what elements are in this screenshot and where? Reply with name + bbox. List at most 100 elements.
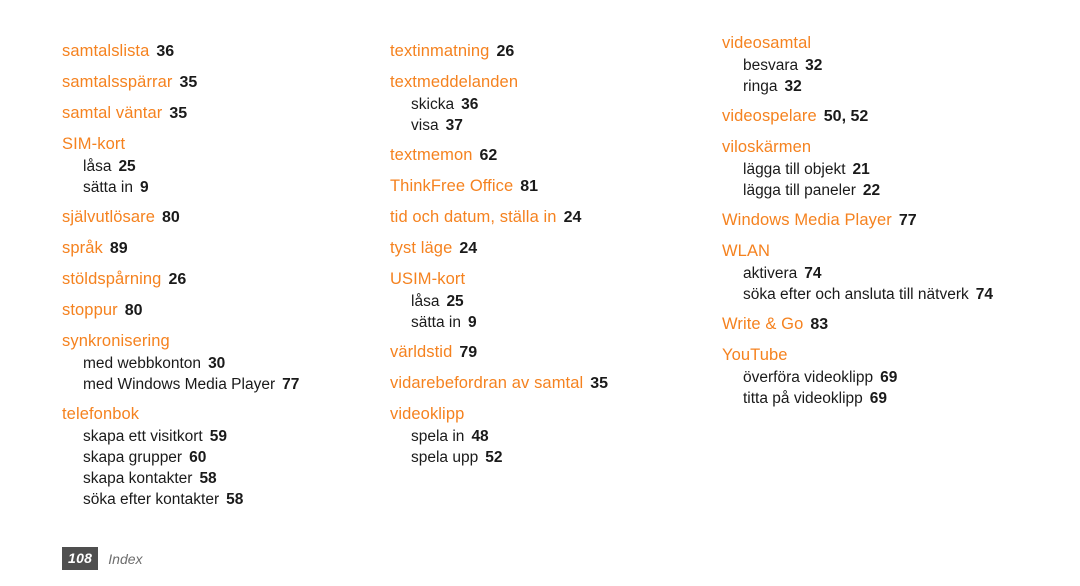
index-subentry-soka-efter-kontakter[interactable]: söka efter kontakter 58 [83, 489, 372, 510]
index-page-ref[interactable]: 30 [208, 355, 225, 372]
index-subentry-lagga-till-objekt[interactable]: lägga till objekt 21 [743, 159, 1042, 180]
index-subentry-skapa-ett-visitkort[interactable]: skapa ett visitkort 59 [83, 426, 372, 447]
index-page-ref[interactable]: 32 [805, 57, 822, 74]
index-subentry-overfora-videoklipp[interactable]: överföra videoklipp 69 [743, 367, 1042, 388]
index-page-ref[interactable]: 59 [210, 428, 227, 445]
index-page-ref[interactable]: 80 [162, 209, 180, 226]
index-page-ref[interactable]: 58 [226, 491, 243, 508]
footer-section-label: Index [108, 550, 143, 567]
index-subentry-skapa-kontakter[interactable]: skapa kontakter 58 [83, 468, 372, 489]
index-page-ref[interactable]: 37 [446, 117, 463, 134]
index-page-ref[interactable]: 77 [899, 212, 917, 229]
index-page-ref[interactable]: 22 [863, 182, 880, 199]
index-page-ref[interactable]: 26 [496, 43, 514, 60]
index-term[interactable]: tyst läge 24 [390, 237, 700, 260]
index-term[interactable]: stöldspårning 26 [62, 268, 372, 291]
index-term[interactable]: ThinkFree Office 81 [390, 175, 700, 198]
index-subentry-skapa-grupper[interactable]: skapa grupper 60 [83, 447, 372, 468]
index-subentry-list: överföra videoklipp 69 titta på videoklipp… [722, 367, 1042, 409]
index-page-ref[interactable]: 69 [880, 369, 897, 386]
index-term[interactable]: viloskärmen [722, 136, 1042, 158]
index-term[interactable]: textmemon 62 [390, 144, 700, 167]
index-term[interactable]: självutlösare 80 [62, 206, 372, 229]
index-term[interactable]: textinmatning 26 [390, 40, 700, 63]
index-term[interactable]: samtal väntar 35 [62, 102, 372, 125]
index-term[interactable]: YouTube [722, 344, 1042, 366]
index-term[interactable]: textmeddelanden [390, 71, 700, 93]
index-subentry-ringa[interactable]: ringa 32 [743, 76, 1042, 97]
index-page-ref[interactable]: 74 [976, 286, 993, 303]
index-page-ref[interactable]: 21 [853, 161, 870, 178]
index-term[interactable]: tid och datum, ställa in 24 [390, 206, 700, 229]
index-page-ref[interactable]: 25 [118, 158, 135, 175]
index-page-ref[interactable]: 60 [189, 449, 206, 466]
index-subentry-list: spela in 48 spela upp 52 [390, 426, 700, 468]
index-page-ref[interactable]: 62 [480, 147, 498, 164]
index-page-ref[interactable]: 48 [471, 428, 488, 445]
index-subentry-soka-efter-och-ansluta-till-natverk[interactable]: söka efter och ansluta till nätverk 74 [743, 284, 1042, 305]
index-page-ref[interactable]: 26 [168, 271, 186, 288]
index-page-ref[interactable]: 35 [590, 375, 608, 392]
index-entry-wlan: WLAN aktivera 74 söka efter och ansluta til… [722, 240, 1042, 305]
index-page: samtalslista 36 samtalsspärrar 35 samtal vän… [0, 0, 1080, 586]
index-subentry-med-webbkonton[interactable]: med webbkonton 30 [83, 353, 372, 374]
index-term[interactable]: världstid 79 [390, 341, 700, 364]
index-page-ref[interactable]: 79 [459, 344, 477, 361]
index-page-ref[interactable]: 52 [485, 449, 502, 466]
index-entry-samtalslista: samtalslista 36 [62, 40, 372, 63]
index-page-ref[interactable]: 89 [110, 240, 128, 257]
index-subentry-lasa[interactable]: låsa 25 [411, 291, 700, 312]
index-term[interactable]: samtalslista 36 [62, 40, 372, 63]
index-subentry-lasa[interactable]: låsa 25 [83, 156, 372, 177]
index-term[interactable]: SIM-kort [62, 133, 372, 155]
index-page-ref[interactable]: 24 [564, 209, 582, 226]
index-subentry-aktivera[interactable]: aktivera 74 [743, 263, 1042, 284]
index-subentry-titta-pa-videoklipp[interactable]: titta på videoklipp 69 [743, 388, 1042, 409]
index-subentry-spela-upp[interactable]: spela upp 52 [411, 447, 700, 468]
index-entry-youtube: YouTube överföra videoklipp 69 titta på vid… [722, 344, 1042, 409]
index-page-ref[interactable]: 24 [459, 240, 477, 257]
index-page-ref[interactable]: 36 [461, 96, 478, 113]
index-term[interactable]: WLAN [722, 240, 1042, 262]
index-term[interactable]: videospelare 50, 52 [722, 105, 1042, 128]
index-page-ref[interactable]: 25 [446, 293, 463, 310]
index-subentry-lagga-till-paneler[interactable]: lägga till paneler 22 [743, 180, 1042, 201]
index-term[interactable]: Write & Go 83 [722, 313, 1042, 336]
index-subentry-skicka[interactable]: skicka 36 [411, 94, 700, 115]
index-page-ref[interactable]: 36 [156, 43, 174, 60]
index-page-ref[interactable]: 81 [520, 178, 538, 195]
index-page-ref[interactable]: 32 [784, 78, 801, 95]
index-term[interactable]: samtalsspärrar 35 [62, 71, 372, 94]
index-subentry-visa[interactable]: visa 37 [411, 115, 700, 136]
index-subentry-spela-in[interactable]: spela in 48 [411, 426, 700, 447]
index-page-ref[interactable]: 69 [870, 390, 887, 407]
index-page-ref[interactable]: 77 [282, 376, 299, 393]
index-term[interactable]: synkronisering [62, 330, 372, 352]
index-subentry-med-windows-media-player[interactable]: med Windows Media Player 77 [83, 374, 372, 395]
index-subentry-satta-in[interactable]: sätta in 9 [83, 177, 372, 198]
index-term[interactable]: stoppur 80 [62, 299, 372, 322]
index-subentry-satta-in[interactable]: sätta in 9 [411, 312, 700, 333]
index-page-ref[interactable]: 58 [199, 470, 216, 487]
index-term[interactable]: vidarebefordran av samtal 35 [390, 372, 700, 395]
index-page-ref[interactable]: 9 [468, 314, 477, 331]
index-term[interactable]: videoklipp [390, 403, 700, 425]
index-term[interactable]: språk 89 [62, 237, 372, 260]
index-term[interactable]: Windows Media Player 77 [722, 209, 1042, 232]
index-page-ref[interactable]: 35 [169, 105, 187, 122]
index-subentry-besvara[interactable]: besvara 32 [743, 55, 1042, 76]
index-page-ref[interactable]: 83 [810, 316, 828, 333]
index-page-ref[interactable]: 9 [140, 179, 149, 196]
index-entry-textinmatning: textinmatning 26 [390, 40, 700, 63]
index-entry-thinkfree-office: ThinkFree Office 81 [390, 175, 700, 198]
index-entry-textmeddelanden: textmeddelanden skicka 36 visa 37 [390, 71, 700, 136]
index-entry-sprak: språk 89 [62, 237, 372, 260]
index-term[interactable]: telefonbok [62, 403, 372, 425]
index-page-ref[interactable]: 35 [180, 74, 198, 91]
index-term[interactable]: USIM-kort [390, 268, 700, 290]
index-term[interactable]: videosamtal [722, 32, 1042, 54]
index-page-ref[interactable]: 74 [804, 265, 821, 282]
index-page-ref[interactable]: 50, 52 [824, 108, 868, 125]
page-number-badge: 108 [62, 547, 99, 570]
index-page-ref[interactable]: 80 [125, 302, 143, 319]
